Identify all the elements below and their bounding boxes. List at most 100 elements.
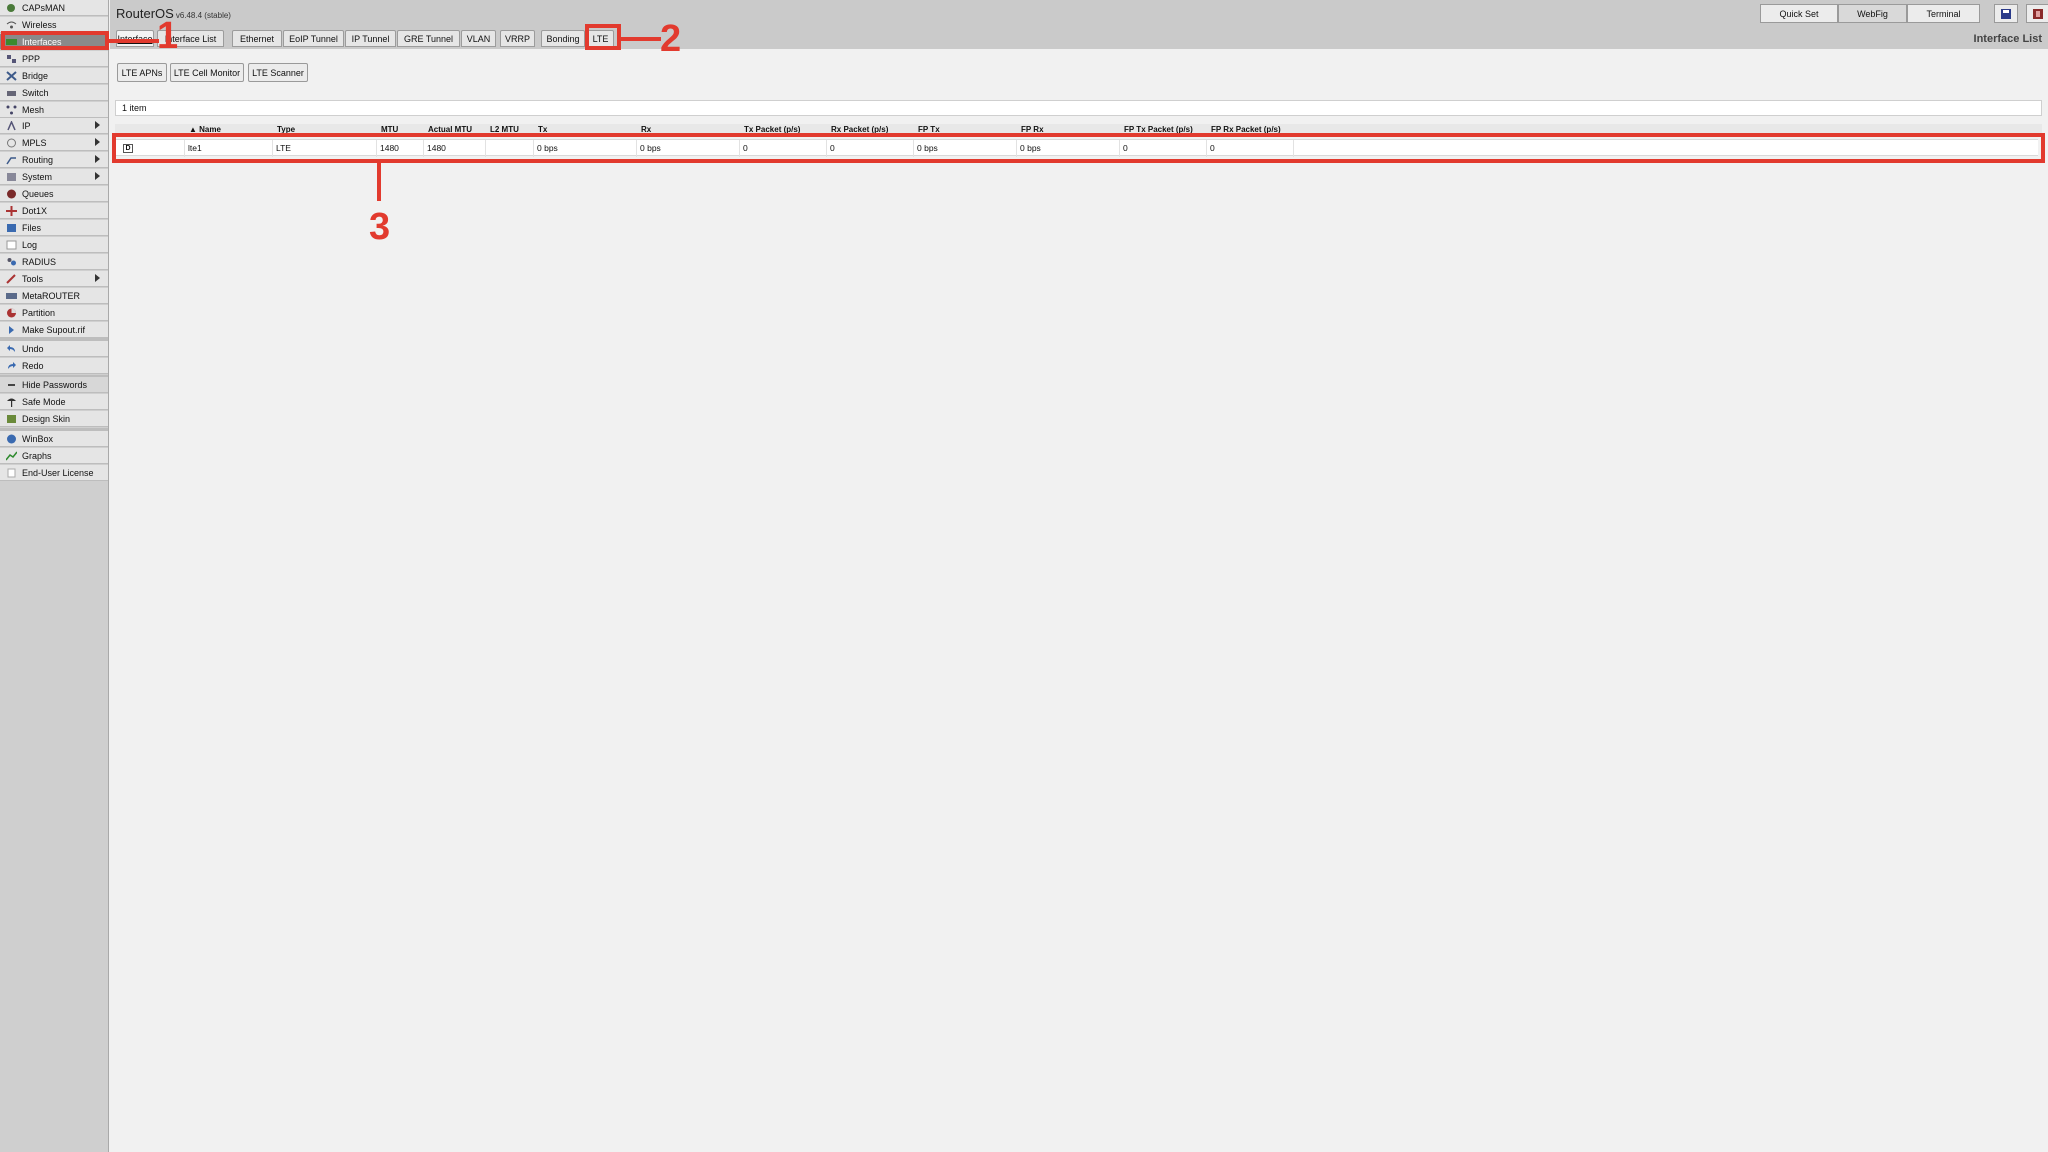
logout-icon[interactable] bbox=[2026, 4, 2048, 23]
sidebar-item-bridge[interactable]: Bridge bbox=[0, 68, 108, 84]
sidebar-item-label: Make Supout.rif bbox=[22, 324, 86, 335]
sidebar-menu: CAPsMAN Wireless Interfaces PPP Bridge S… bbox=[0, 0, 109, 1152]
sidebar-item-mpls[interactable]: MPLS bbox=[0, 135, 108, 151]
wireless-icon bbox=[6, 20, 17, 30]
chevron-right-icon bbox=[95, 121, 100, 129]
save-icon[interactable] bbox=[1994, 4, 2018, 23]
tab-bonding[interactable]: Bonding bbox=[541, 30, 585, 47]
winbox-icon bbox=[6, 434, 17, 444]
app-version: v6.48.4 (stable) bbox=[175, 11, 231, 20]
mesh-icon bbox=[6, 105, 17, 115]
sidebar-item-label: Tools bbox=[22, 273, 44, 284]
sidebar-item-graphs[interactable]: Graphs bbox=[0, 448, 108, 464]
item-count: 1 item bbox=[115, 100, 2042, 116]
mpls-icon bbox=[6, 138, 17, 148]
sidebar-item-log[interactable]: Log bbox=[0, 237, 108, 253]
lte-cell-monitor-button[interactable]: LTE Cell Monitor bbox=[170, 63, 244, 82]
routing-icon bbox=[6, 155, 17, 165]
sidebar-item-routing[interactable]: Routing bbox=[0, 152, 108, 168]
sidebar-item-queues[interactable]: Queues bbox=[0, 186, 108, 202]
annotation-box-lte1-row bbox=[112, 133, 2045, 163]
sidebar-item-safe-mode[interactable]: Safe Mode bbox=[0, 394, 108, 410]
partition-icon bbox=[6, 308, 17, 318]
chevron-right-icon bbox=[95, 172, 100, 180]
sidebar-item-switch[interactable]: Switch bbox=[0, 85, 108, 101]
sidebar-item-tools[interactable]: Tools bbox=[0, 271, 108, 287]
sidebar-item-capsman[interactable]: CAPsMAN bbox=[0, 0, 108, 16]
bridge-icon bbox=[6, 70, 17, 81]
sidebar-item-winbox[interactable]: WinBox bbox=[0, 431, 108, 447]
ip-icon bbox=[6, 119, 17, 131]
sidebar-item-label: Log bbox=[22, 239, 38, 250]
capsman-icon bbox=[6, 3, 17, 13]
tab-ip-tunnel[interactable]: IP Tunnel bbox=[345, 30, 396, 47]
sidebar-item-make-supout[interactable]: Make Supout.rif bbox=[0, 322, 108, 338]
sidebar-item-dot1x[interactable]: Dot1X bbox=[0, 203, 108, 219]
sidebar-item-label: MPLS bbox=[22, 137, 47, 148]
redo-icon bbox=[6, 361, 17, 371]
sidebar-item-system[interactable]: System bbox=[0, 169, 108, 185]
sidebar-item-label: Design Skin bbox=[22, 413, 71, 424]
item-count-label: 1 item bbox=[122, 103, 147, 113]
sidebar-item-label: MetaROUTER bbox=[22, 290, 81, 301]
annotation-number-2: 2 bbox=[660, 18, 682, 60]
chevron-right-icon bbox=[95, 155, 100, 163]
sidebar-item-label: Hide Passwords bbox=[22, 379, 88, 390]
lte-scanner-button[interactable]: LTE Scanner bbox=[248, 63, 308, 82]
sidebar-item-ppp[interactable]: PPP bbox=[0, 51, 108, 67]
sidebar-item-files[interactable]: Files bbox=[0, 220, 108, 236]
tab-eoip-tunnel[interactable]: EoIP Tunnel bbox=[283, 30, 344, 47]
sidebar-item-label: Switch bbox=[22, 87, 49, 98]
sidebar-item-label: Routing bbox=[22, 154, 54, 165]
sidebar-item-label: WinBox bbox=[22, 433, 54, 444]
switch-icon bbox=[6, 88, 17, 98]
sidebar-item-label: System bbox=[22, 171, 53, 182]
sidebar-item-partition[interactable]: Partition bbox=[0, 305, 108, 321]
sidebar-item-hide-passwords[interactable]: Hide Passwords bbox=[0, 377, 108, 393]
license-icon bbox=[6, 468, 17, 478]
sidebar-item-redo[interactable]: Redo bbox=[0, 358, 108, 374]
annotation-box-interfaces bbox=[1, 31, 109, 50]
ppp-icon bbox=[6, 54, 17, 64]
hide-passwords-icon bbox=[6, 380, 17, 390]
annotation-line-1 bbox=[109, 39, 159, 43]
tab-vlan[interactable]: VLAN bbox=[461, 30, 496, 47]
tab-vrrp[interactable]: VRRP bbox=[500, 30, 535, 47]
sidebar-item-end-user-license[interactable]: End-User License bbox=[0, 465, 108, 481]
terminal-button[interactable]: Terminal bbox=[1907, 4, 1980, 23]
tab-gre-tunnel[interactable]: GRE Tunnel bbox=[397, 30, 460, 47]
annotation-line-3 bbox=[377, 163, 381, 201]
sidebar-item-radius[interactable]: RADIUS bbox=[0, 254, 108, 270]
sidebar-item-label: Bridge bbox=[22, 70, 49, 81]
sidebar-item-design-skin[interactable]: Design Skin bbox=[0, 411, 108, 427]
safe-mode-icon bbox=[6, 397, 17, 407]
sidebar-item-label: PPP bbox=[22, 53, 41, 64]
sidebar-item-label: RADIUS bbox=[22, 256, 57, 267]
page-title: Interface List bbox=[1973, 33, 2042, 45]
sidebar-item-label: Wireless bbox=[22, 19, 57, 30]
sidebar-item-label: Safe Mode bbox=[22, 396, 66, 407]
sidebar-item-ip[interactable]: IP bbox=[0, 118, 108, 134]
log-icon bbox=[6, 240, 17, 250]
sidebar-item-undo[interactable]: Undo bbox=[0, 341, 108, 357]
sidebar-item-label: Undo bbox=[22, 343, 44, 354]
lte-apns-button[interactable]: LTE APNs bbox=[117, 63, 167, 82]
sidebar-item-label: CAPsMAN bbox=[22, 2, 66, 13]
radius-icon bbox=[6, 257, 17, 267]
top-header: RouterOS v6.48.4 (stable) Quick Set WebFi… bbox=[110, 0, 2048, 49]
sidebar-item-label: Dot1X bbox=[22, 205, 48, 216]
supout-icon bbox=[6, 325, 17, 335]
annotation-number-1: 1 bbox=[157, 15, 179, 57]
sidebar-item-label: Queues bbox=[22, 188, 54, 199]
sidebar-item-metarouter[interactable]: MetaROUTER bbox=[0, 288, 108, 304]
files-icon bbox=[6, 223, 17, 233]
queues-icon bbox=[6, 189, 17, 199]
quick-set-button[interactable]: Quick Set bbox=[1760, 4, 1838, 23]
sidebar-item-mesh[interactable]: Mesh bbox=[0, 102, 108, 118]
webfig-button[interactable]: WebFig bbox=[1838, 4, 1907, 23]
tab-ethernet[interactable]: Ethernet bbox=[232, 30, 282, 47]
chevron-right-icon bbox=[95, 138, 100, 146]
sidebar-item-label: End-User License bbox=[22, 467, 94, 478]
annotation-number-3: 3 bbox=[369, 206, 391, 248]
sidebar-item-label: Files bbox=[22, 222, 42, 233]
